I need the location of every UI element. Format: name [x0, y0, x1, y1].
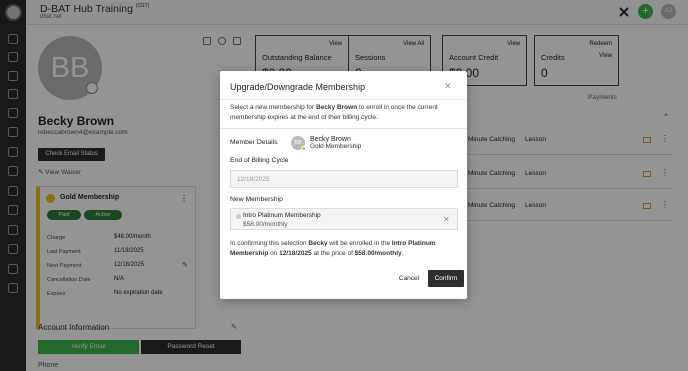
- summary-text: .: [401, 250, 404, 257]
- divider: [220, 128, 467, 129]
- summary-text: at the price of: [311, 250, 355, 257]
- desc-member-name: Becky Brown: [315, 104, 358, 111]
- confirm-button[interactable]: Confirm: [428, 270, 464, 287]
- desc-text: Select a new membership for: [230, 104, 316, 111]
- summary-text: will be enrolled in the: [327, 240, 392, 247]
- selected-membership-name: Intro Platinum Membership: [243, 212, 321, 219]
- membership-option-dot: [236, 214, 241, 219]
- member-details-membership: Gold Membership: [310, 143, 362, 150]
- summary-name: Becky: [308, 240, 328, 247]
- membership-status-dot: [301, 146, 306, 151]
- member-details-label: Member Details: [230, 139, 278, 146]
- divider: [220, 99, 467, 100]
- close-icon[interactable]: ✕: [444, 81, 452, 92]
- selected-membership-price: $58.00/monthly: [243, 221, 288, 228]
- new-membership-select[interactable]: Intro Platinum Membership $58.00/monthly…: [230, 208, 458, 230]
- summary-date: 12/18/2025: [279, 250, 312, 257]
- billing-cycle-date-field[interactable]: [230, 170, 458, 188]
- billing-cycle-label: End of Billing Cycle: [230, 157, 289, 164]
- modal-description: Select a new membership for Becky Brown …: [230, 103, 460, 122]
- modal-title: Upgrade/Downgrade Membership: [230, 82, 366, 92]
- new-membership-label: New Membership: [230, 196, 283, 203]
- clear-selection-icon[interactable]: ✕: [443, 215, 450, 224]
- member-details-name: Becky Brown: [310, 136, 351, 143]
- confirmation-summary: In confirming this selection Becky will …: [230, 239, 460, 259]
- cancel-button[interactable]: Cancel: [392, 270, 426, 287]
- summary-text: on: [268, 250, 280, 257]
- upgrade-membership-modal: Upgrade/Downgrade Membership ✕ Select a …: [220, 71, 467, 299]
- summary-price: $58.00/monthly: [354, 250, 402, 257]
- summary-text: In confirming this selection: [230, 240, 309, 247]
